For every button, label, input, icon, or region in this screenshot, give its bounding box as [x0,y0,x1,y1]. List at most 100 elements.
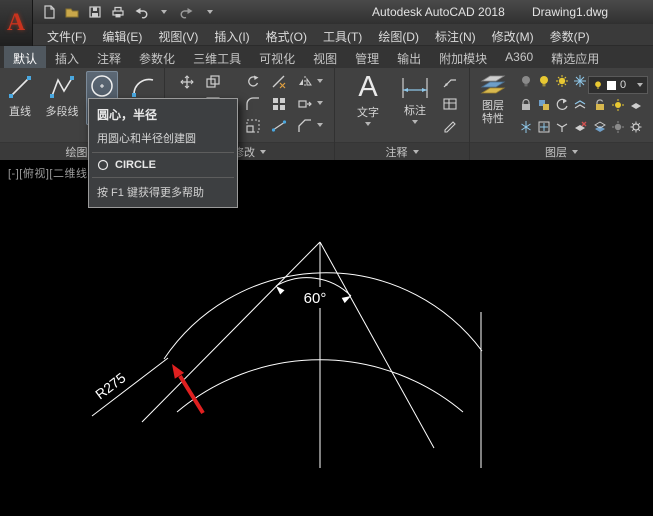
text-tool-button[interactable]: A 文字 [347,70,389,126]
layer-iso-off-button[interactable] [608,117,628,137]
layer-prev-button[interactable] [552,95,572,115]
menu-file[interactable]: 文件(F) [39,24,94,45]
tab-addins[interactable]: 附加模块 [430,46,496,68]
move-tool-button[interactable] [177,72,197,92]
merge-layer-icon [556,123,568,132]
panel-annotate: A 文字 标注 注释 [335,68,470,160]
layer-properties-button[interactable]: 图层 特性 [474,70,512,126]
layer-isolate-button[interactable] [552,71,572,91]
lightbulb-on-icon [540,76,548,87]
table-icon [443,98,457,110]
stretch-tool-button[interactable] [295,94,315,114]
copy-tool-button[interactable] [203,72,223,92]
layer-state-button[interactable] [626,95,646,115]
layer-lock-button[interactable] [516,95,536,115]
tab-insert[interactable]: 插入 [46,46,88,68]
tab-manage[interactable]: 管理 [346,46,388,68]
layer-thaw-button[interactable] [608,95,628,115]
tab-home[interactable]: 默认 [4,46,47,68]
array-tool-button[interactable] [269,94,289,114]
menu-edit[interactable]: 编辑(E) [94,24,150,45]
fillet-tool-button[interactable] [243,94,263,114]
layer-isolate-icon [556,75,568,87]
tab-3d-tools[interactable]: 三维工具 [184,46,250,68]
gear-icon [630,121,642,133]
layer-off-button[interactable] [516,71,536,91]
trim-tool-button[interactable] [269,72,289,92]
lock-icon [522,98,530,110]
fillet-icon [246,97,259,110]
tab-parametric[interactable]: 参数化 [130,46,184,68]
tab-view[interactable]: 视图 [304,46,346,68]
left-ray-line[interactable] [141,241,321,423]
panel-label-annotate[interactable]: 注释 [335,142,469,160]
layer-freeze-button[interactable] [570,71,590,91]
chevron-down-icon[interactable] [317,79,323,83]
chamfer-tool-button[interactable] [295,116,315,136]
menu-view[interactable]: 视图(V) [150,24,206,45]
undo-dropdown-button[interactable] [154,2,174,21]
draw-panel-title: 绘图 [65,146,88,159]
layer-settings-button[interactable] [626,117,646,137]
redo-button[interactable] [177,2,197,21]
menu-format[interactable]: 格式(O) [258,24,315,45]
menu-insert[interactable]: 插入(I) [206,24,257,45]
layer-match-button[interactable] [534,95,554,115]
undo-button[interactable] [131,2,151,21]
tab-a360[interactable]: A360 [496,46,542,68]
lightbulb-on-icon [595,81,601,89]
circle-command-icon [97,159,109,171]
line-tool-button[interactable]: 直线 [2,71,38,119]
outer-arc[interactable] [163,272,483,360]
chevron-down-icon[interactable] [317,123,323,127]
copy-to-layer-icon [594,121,606,132]
dimension-arrowhead [276,286,285,295]
layer-delete-button[interactable] [570,117,590,137]
layer-vpfreeze-button[interactable] [534,117,554,137]
application-menu-button[interactable]: A [0,0,33,46]
qat-customize-button[interactable] [200,2,220,21]
table-tool-button[interactable] [440,94,460,114]
save-button[interactable] [85,2,105,21]
chevron-down-icon[interactable] [317,101,323,105]
markup-tool-button[interactable] [440,116,460,136]
line-tool-label: 直线 [9,106,31,118]
leader-tool-button[interactable] [440,72,460,92]
dimension-tool-button[interactable]: 标注 [393,74,437,124]
menu-modify[interactable]: 修改(M) [484,24,542,45]
layer-on-button[interactable] [534,71,554,91]
layer-copy-button[interactable] [590,117,610,137]
new-file-button[interactable] [39,2,59,21]
layer-dropdown[interactable]: 0 [588,76,648,94]
app-title: Autodesk AutoCAD 2018 [372,5,505,19]
layer-unlock-button[interactable] [590,95,610,115]
menu-dimension[interactable]: 标注(N) [427,24,484,45]
rotate-tool-button[interactable] [243,72,263,92]
text-icon: A [358,71,378,103]
mirror-tool-button[interactable] [295,72,315,92]
red-arrow-annotation [172,364,205,415]
layers-panel-title: 图层 [545,146,567,159]
menu-draw[interactable]: 绘图(D) [370,24,427,45]
redo-icon [180,7,193,18]
markup-icon [444,121,456,133]
polyline-tool-button[interactable]: 多段线 [40,71,84,119]
chamfer-icon [298,119,311,132]
menu-tools[interactable]: 工具(T) [315,24,370,45]
current-layer-name: 0 [620,79,627,91]
drawing-canvas[interactable]: 60° R275 [-][俯视][二维线框] [0,160,653,516]
layer-walk-button[interactable] [570,95,590,115]
open-file-button[interactable] [62,2,82,21]
rotate2-tool-button[interactable] [269,116,289,136]
tab-featured-apps[interactable]: 精选应用 [542,46,608,68]
plot-button[interactable] [108,2,128,21]
scale-tool-button[interactable] [243,116,263,136]
tab-output[interactable]: 输出 [388,46,430,68]
tab-annotate[interactable]: 注释 [88,46,130,68]
tab-visualize[interactable]: 可视化 [250,46,304,68]
layer-merge-button[interactable] [552,117,572,137]
panel-label-layers[interactable]: 图层 [470,142,653,160]
dimension-tool-label: 标注 [404,105,426,117]
layer-freeze2-button[interactable] [516,117,536,137]
menu-parametric[interactable]: 参数(P) [542,24,598,45]
